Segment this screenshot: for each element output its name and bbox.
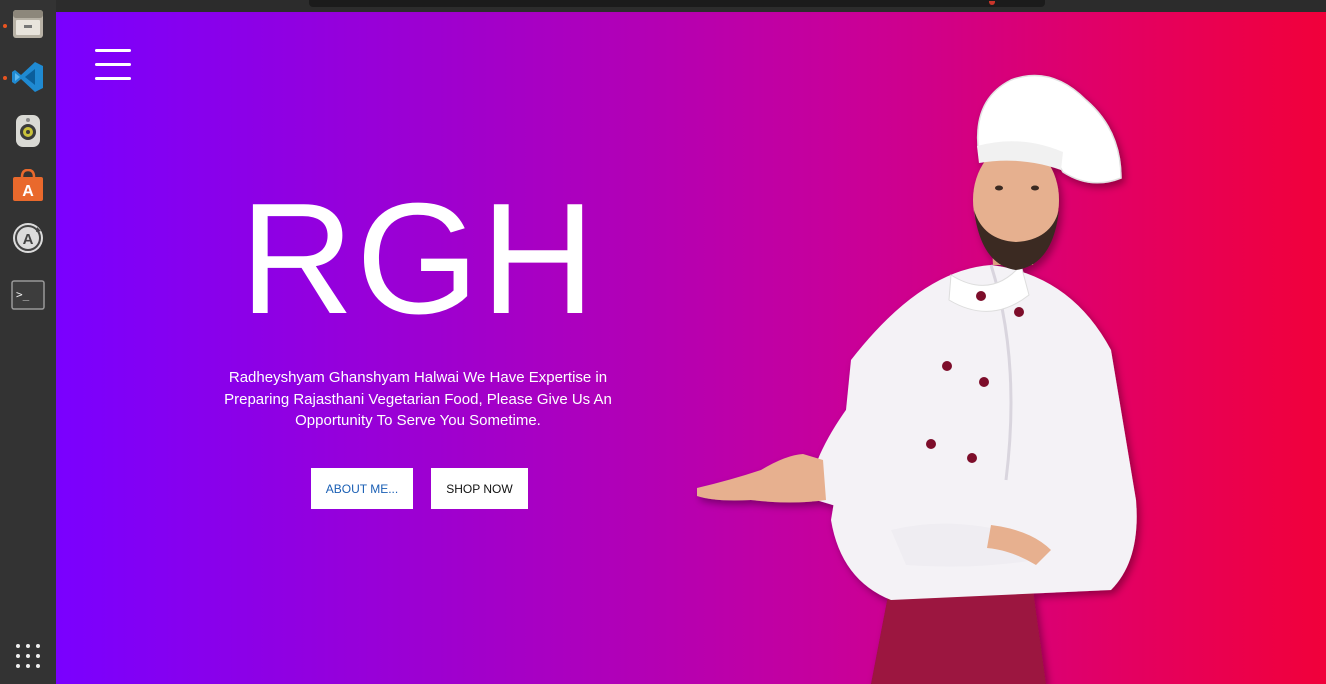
close-indicator-icon[interactable] bbox=[989, 1, 995, 5]
tagline: Radheyshyam Ghanshyam Halwai We Have Exp… bbox=[208, 367, 628, 432]
vscode-icon[interactable] bbox=[10, 59, 46, 95]
window-title-strip bbox=[309, 0, 1045, 7]
software-store-icon[interactable]: A bbox=[10, 168, 46, 204]
about-me-button[interactable]: ABOUT ME... bbox=[311, 468, 413, 509]
chef-illustration bbox=[697, 74, 1137, 684]
running-indicator bbox=[3, 24, 7, 28]
hero-section: RGH Radheyshyam Ghanshyam Halwai We Have… bbox=[56, 12, 1326, 684]
show-apps-icon[interactable] bbox=[16, 644, 40, 668]
running-indicator bbox=[3, 76, 7, 80]
dock: A A >_ bbox=[0, 0, 56, 684]
top-bar bbox=[0, 0, 1326, 12]
hamburger-menu-icon[interactable] bbox=[95, 49, 131, 83]
tagline-line: Preparing Rajasthani Vegetarian Food, Pl… bbox=[224, 390, 612, 408]
shop-now-button[interactable]: SHOP NOW bbox=[431, 468, 528, 509]
svg-text:A: A bbox=[23, 231, 34, 248]
software-updater-icon[interactable]: A bbox=[10, 220, 46, 256]
file-manager-icon[interactable] bbox=[10, 6, 46, 42]
tagline-line: Opportunity To Serve You Sometime. bbox=[295, 412, 541, 429]
svg-text:A: A bbox=[22, 183, 34, 200]
svg-text:>_: >_ bbox=[16, 288, 30, 301]
brand-title: RGH bbox=[239, 171, 598, 347]
speaker-icon[interactable] bbox=[10, 113, 46, 149]
terminal-icon[interactable]: >_ bbox=[10, 277, 46, 313]
tagline-line: Radheyshyam Ghanshyam Halwai We Have Exp… bbox=[228, 369, 608, 386]
